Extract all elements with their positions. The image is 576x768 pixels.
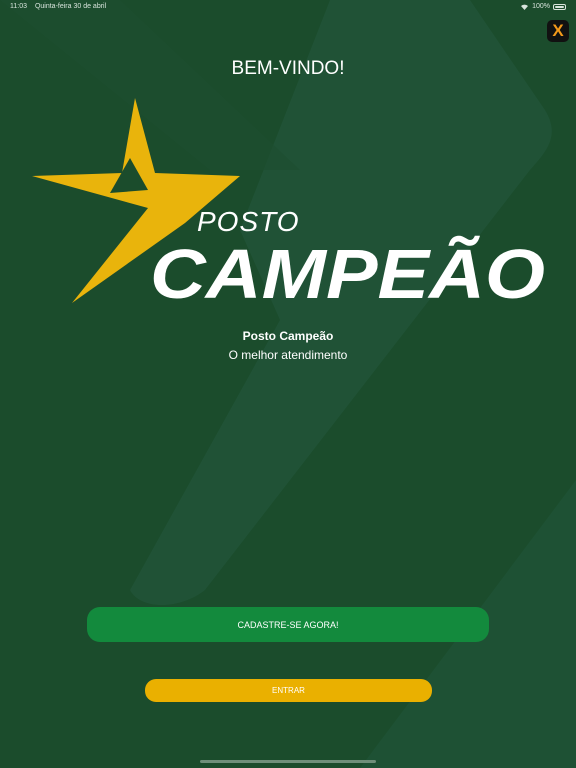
battery-percent: 100%: [532, 3, 550, 10]
logo-line2: CAMPEÃO: [150, 235, 545, 308]
welcome-screen: 11:03 Quinta-feira 30 de abril 100% X BE…: [0, 0, 576, 768]
battery-icon: [553, 3, 566, 10]
register-button[interactable]: CADASTRE-SE AGORA!: [87, 607, 489, 642]
status-date: Quinta-feira 30 de abril: [34, 3, 107, 10]
welcome-title: BEM-VINDO!: [231, 58, 345, 79]
status-time: 11:03: [10, 3, 27, 10]
home-indicator: [200, 760, 376, 763]
register-button-label: CADASTRE-SE AGORA!: [237, 619, 339, 630]
brand-tagline: O melhor atendimento: [228, 348, 348, 362]
logo-line1: POSTO: [197, 206, 300, 237]
app-badge[interactable]: X: [547, 20, 569, 42]
status-bar: 11:03 Quinta-feira 30 de abril 100%: [0, 0, 576, 14]
wifi-icon: [521, 4, 529, 10]
enter-button-label: ENTRAR: [272, 686, 305, 695]
enter-button[interactable]: ENTRAR: [145, 679, 432, 702]
posto-campeao-logo: POSTO CAMPEÃO: [32, 98, 545, 308]
brand-name: Posto Campeão: [242, 329, 334, 343]
